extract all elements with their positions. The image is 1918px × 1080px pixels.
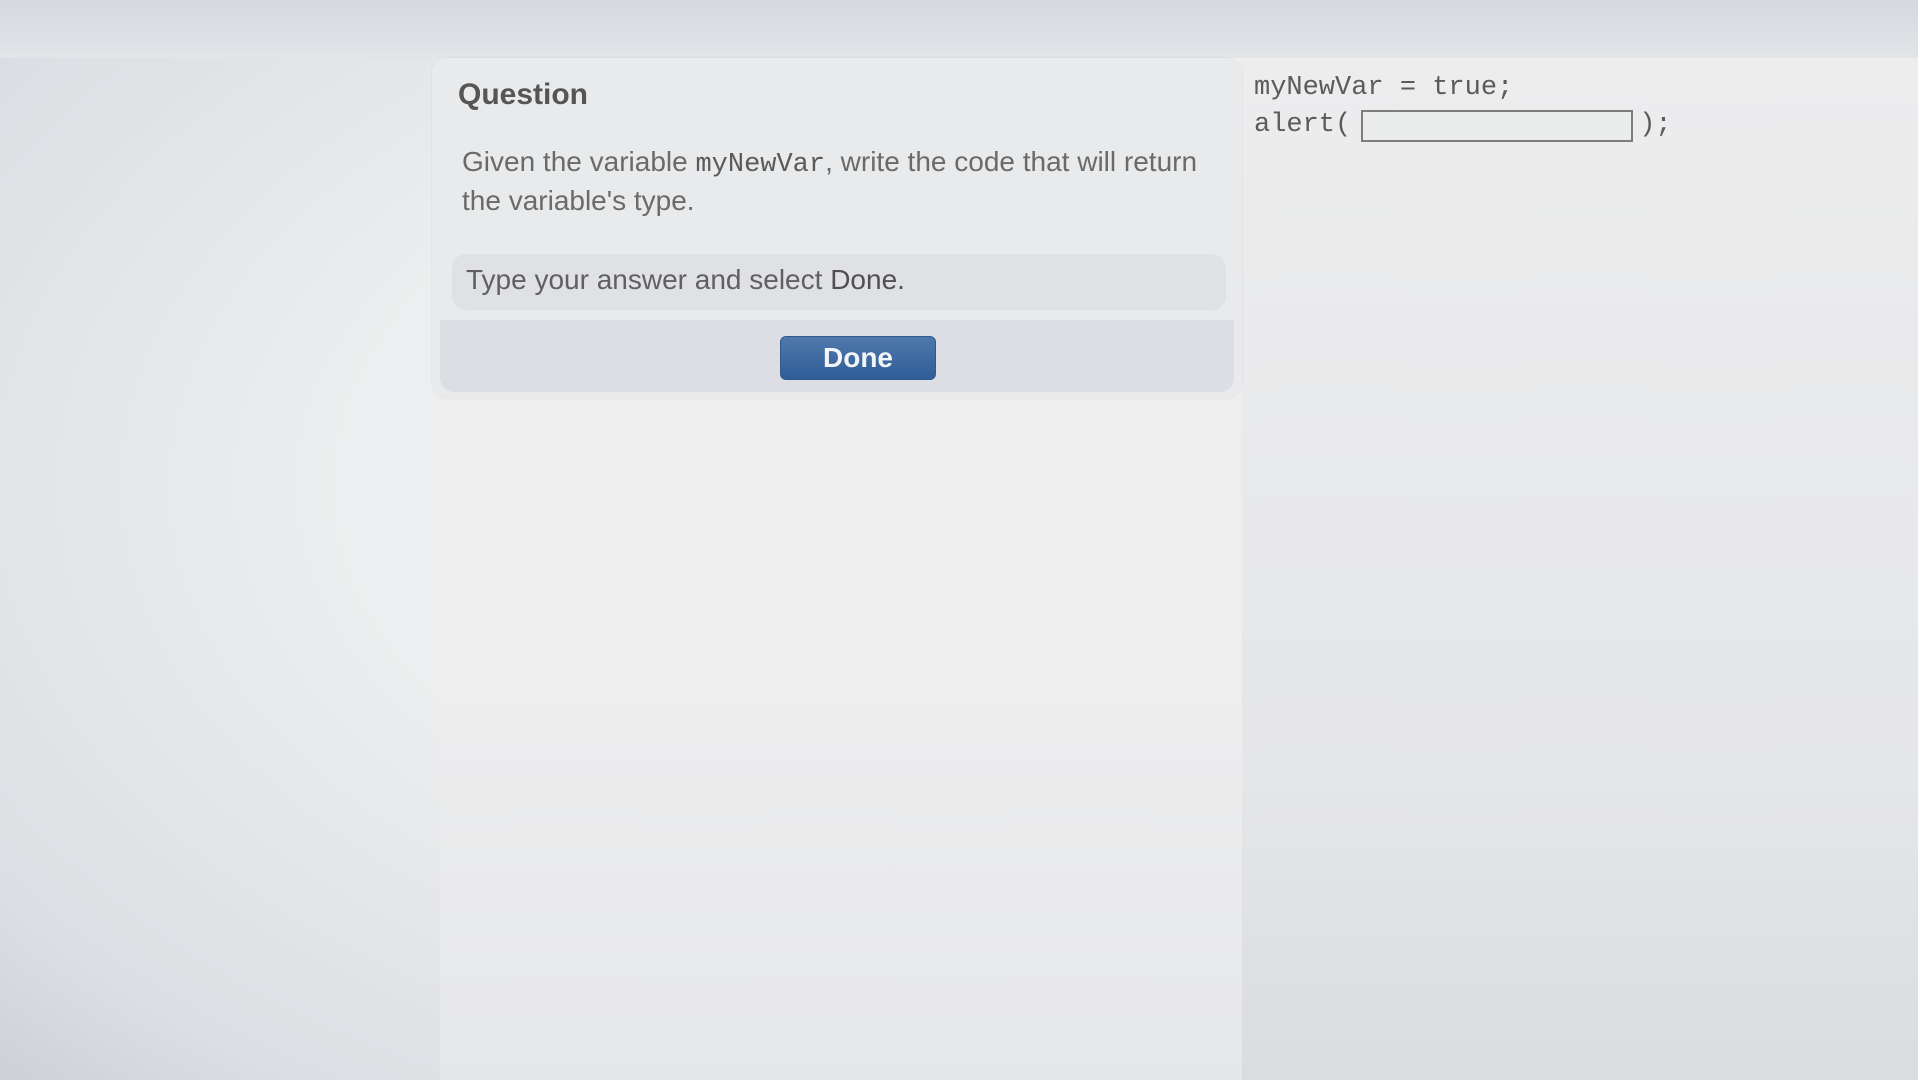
code-area: myNewVar = true; alert( ); (1254, 70, 1672, 144)
top-strip (0, 0, 1918, 58)
done-button[interactable]: Done (780, 336, 936, 380)
code-line-assignment: myNewVar = true; (1254, 73, 1514, 103)
instruction-text-before: Type your answer and select (466, 264, 831, 295)
code-line-alert: alert( ); (1254, 107, 1672, 144)
instruction-bar: Type your answer and select Done. (452, 254, 1226, 310)
answer-input[interactable] (1361, 109, 1634, 142)
question-text-before: Given the variable (462, 146, 696, 177)
question-variable-name: myNewVar (695, 150, 826, 180)
question-footer: Done (440, 320, 1234, 392)
question-text: Given the variable myNewVar, write the c… (462, 144, 1202, 219)
code-column (1242, 58, 1918, 1080)
instruction-done-word: Done. (830, 264, 905, 295)
instruction-text: Type your answer and select Done. (466, 264, 905, 296)
alert-prefix: alert( (1254, 110, 1352, 140)
question-heading: Question (458, 78, 589, 111)
alert-suffix: ); (1639, 110, 1672, 140)
question-panel: Question Given the variable myNewVar, wr… (432, 58, 1242, 398)
